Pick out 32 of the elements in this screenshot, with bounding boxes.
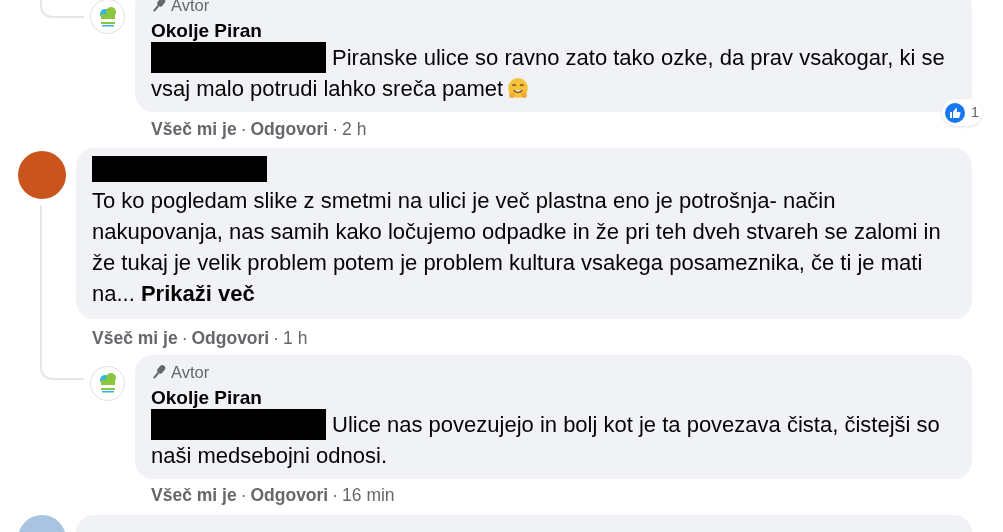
timestamp[interactable]: 1 h bbox=[283, 324, 308, 351]
separator-dot: · bbox=[273, 326, 280, 350]
author-name[interactable]: Okolje Piran bbox=[151, 19, 956, 42]
separator-dot: · bbox=[332, 117, 339, 141]
author-label: Avtor bbox=[171, 361, 210, 383]
separator-dot: · bbox=[332, 484, 339, 508]
timestamp[interactable]: 2 h bbox=[342, 115, 367, 142]
see-more-link[interactable]: Prikaži več bbox=[140, 280, 255, 306]
cloud-logo-icon bbox=[97, 5, 118, 28]
separator-dot: · bbox=[240, 484, 247, 508]
page-avatar[interactable] bbox=[90, 365, 125, 401]
reaction-number: 1 bbox=[970, 102, 979, 123]
comment-text: Ulice nas povezujejo in bolj kot je ta povezava čista, čistejši so naši medsebojni odnosi. bbox=[151, 408, 956, 471]
reply-link[interactable]: Odgovori bbox=[250, 482, 329, 509]
cloud-logo-icon bbox=[97, 372, 118, 395]
like-link[interactable]: Všeč mi je bbox=[151, 115, 237, 142]
reply-link[interactable]: Odgovori bbox=[191, 324, 270, 351]
comment-text: To ko pogledam slike z smetmi na ulici je več plastna eno je potrošnja- način nakupovanja, nas samih kako ločujemo odpadke in že pri teh dveh stvareh se zalomi in že tukaj je velik problem potem je problem kultura vsakega posameznika, če ti je mati na... Prikaži več bbox=[92, 186, 942, 308]
author-name[interactable]: Okolje Piran bbox=[151, 386, 956, 409]
microphone-icon bbox=[151, 0, 167, 14]
reaction-count[interactable]: 1 bbox=[941, 99, 982, 126]
microphone-icon bbox=[151, 364, 167, 381]
separator-dot: · bbox=[181, 326, 188, 350]
author-label: Avtor bbox=[171, 0, 210, 16]
like-link[interactable]: Všeč mi je bbox=[92, 324, 178, 351]
reply-link[interactable]: Odgovori bbox=[250, 115, 329, 142]
thumbs-up-icon bbox=[944, 102, 965, 123]
like-link[interactable]: Všeč mi je bbox=[151, 482, 237, 509]
timestamp[interactable]: 16 min bbox=[342, 482, 395, 509]
separator-dot: · bbox=[240, 117, 247, 141]
photo-placeholder[interactable] bbox=[18, 150, 66, 199]
page-avatar[interactable] bbox=[90, 0, 125, 34]
